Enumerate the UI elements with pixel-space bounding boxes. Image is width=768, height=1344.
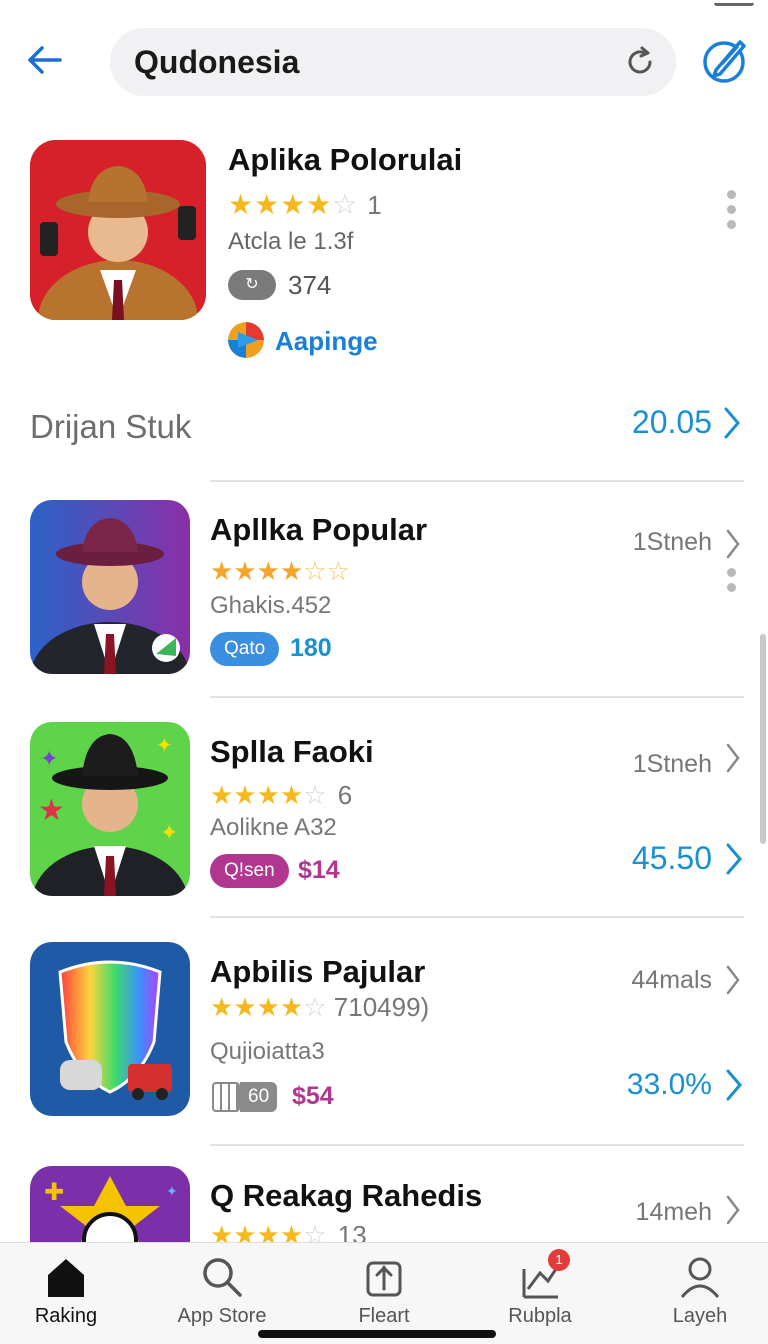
divider — [210, 916, 744, 918]
bottom-navigation: Raking App Store Fleart 1 Rubpla Layeh — [0, 1242, 768, 1344]
chevron-right-icon[interactable] — [724, 842, 744, 876]
refresh-icon[interactable] — [624, 46, 656, 78]
app-tag-value: $54 — [292, 1082, 334, 1110]
more-options-icon[interactable] — [727, 568, 737, 592]
section-title: Drijan Stuk — [30, 408, 192, 445]
app-title: Apbilis Pajular — [210, 954, 426, 989]
svg-text:✚: ✚ — [44, 1178, 64, 1206]
nav-label: Layeh — [672, 1305, 728, 1327]
app-icon: ✚ ✦ — [30, 1166, 190, 1242]
app-icon — [30, 500, 190, 674]
app-tag: 60 — [240, 1082, 278, 1112]
profile-icon — [680, 1257, 720, 1298]
app-price: 33.0% — [626, 1068, 712, 1101]
back-arrow-icon — [28, 46, 62, 74]
back-button[interactable] — [22, 38, 66, 82]
chevron-right-icon[interactable] — [724, 964, 742, 996]
svg-text:✦: ✦ — [40, 747, 58, 772]
scrollbar[interactable] — [760, 634, 766, 844]
nav-tab-app-store[interactable]: App Store — [152, 1255, 292, 1328]
app-tag-value: $14 — [298, 856, 340, 884]
app-rating: ★★★★☆ 6 — [210, 780, 353, 810]
featured-badge: ↻ — [228, 270, 276, 300]
nav-tab-raking[interactable]: Raking — [0, 1255, 136, 1328]
notification-badge: 1 — [548, 1249, 570, 1271]
app-list-item[interactable]: ✦ ✦ ★ ✦ Splla Faoki ★★★★☆ 6 Aolikne A32 … — [0, 722, 768, 922]
app-meta: 1Stneh — [632, 528, 712, 556]
app-list-item[interactable]: ✚ ✦ Q Reakag Rahedis ★★★★☆ 13 14meh — [0, 1166, 768, 1242]
search-icon — [203, 1258, 242, 1297]
divider — [210, 1144, 744, 1146]
svg-text:✦: ✦ — [166, 1184, 178, 1200]
app-list-item[interactable]: Apllka Popular ★★★★☆☆ Ghakis.452 Qato 18… — [0, 500, 768, 700]
app-rating-count: 6 — [337, 780, 353, 810]
chevron-right-icon[interactable] — [724, 742, 742, 774]
featured-app[interactable]: Aplika Polorulai ★★★★☆ 1 Atcla le 1.3f ↻… — [0, 130, 768, 380]
app-subtitle: Qujioiatta3 — [210, 1038, 325, 1065]
featured-app-icon — [30, 140, 206, 320]
nav-label: Rubpla — [508, 1305, 572, 1327]
divider — [210, 696, 744, 698]
app-meta: 44mals — [631, 966, 712, 994]
edit-pencil-icon[interactable] — [700, 36, 750, 86]
featured-count: 374 — [288, 270, 332, 300]
nav-tab-rubpla[interactable]: 1 Rubpla — [470, 1249, 610, 1328]
app-icon: ✦ ✦ ★ ✦ — [30, 722, 190, 896]
app-subtitle: Aolikne A32 — [210, 814, 337, 841]
featured-rating-count: 1 — [367, 190, 383, 220]
section-header[interactable]: Drijan Stuk 20.05 — [30, 404, 742, 454]
chevron-right-icon[interactable] — [724, 1194, 742, 1226]
featured-app-subtitle: Atcla le 1.3f — [228, 228, 354, 255]
bookmark-icon — [366, 1261, 402, 1297]
app-rating-count: 13 — [337, 1220, 367, 1242]
app-rating: ★★★★☆ 710499) — [210, 992, 430, 1022]
app-list-item[interactable]: Apbilis Pajular ★★★★☆ 710499) Qujioiatta… — [0, 942, 768, 1142]
app-tag: Qato — [210, 632, 280, 666]
section-value: 20.05 — [631, 404, 712, 440]
home-icon — [48, 1259, 84, 1297]
search-input[interactable]: Qudonesia — [134, 44, 299, 81]
app-title: Q Reakag Rahedis — [210, 1178, 483, 1213]
home-indicator — [258, 1330, 496, 1338]
app-tag: Q!sen — [210, 854, 289, 888]
nav-label: App Store — [177, 1305, 267, 1327]
developer-logo — [228, 322, 264, 358]
more-options-icon[interactable] — [727, 190, 737, 229]
app-price: 45.50 — [631, 840, 712, 876]
app-meta: 1Stneh — [632, 750, 712, 778]
app-rating: ★★★★☆ 13 — [210, 1220, 367, 1242]
app-rating-count: 710499) — [333, 992, 430, 1022]
chevron-right-icon[interactable] — [724, 1068, 744, 1102]
nav-tab-layeh[interactable]: Layeh — [630, 1255, 768, 1328]
featured-rating: ★★★★☆ 1 — [228, 189, 383, 220]
top-bar: Qudonesia — [0, 0, 768, 120]
grid-icon — [212, 1082, 240, 1112]
nav-tab-fleart[interactable]: Fleart — [314, 1255, 454, 1328]
featured-developer[interactable]: Aapinge — [275, 326, 378, 357]
status-indicator — [714, 0, 754, 6]
app-subtitle: Ghakis.452 — [210, 592, 332, 619]
nav-label: Raking — [34, 1305, 98, 1327]
app-tag-value: 180 — [290, 634, 332, 662]
app-title: Apllka Popular — [210, 512, 428, 547]
svg-text:✦: ✦ — [156, 733, 173, 757]
featured-app-title: Aplika Polorulai — [228, 142, 463, 177]
nav-label: Fleart — [358, 1305, 410, 1327]
app-icon — [30, 942, 190, 1116]
app-rating: ★★★★☆☆ — [210, 556, 350, 586]
divider — [210, 480, 744, 482]
app-title: Splla Faoki — [210, 734, 374, 769]
svg-text:✦: ✦ — [160, 821, 178, 846]
search-bar[interactable]: Qudonesia — [110, 28, 676, 96]
app-meta: 14meh — [635, 1198, 712, 1226]
svg-text:★: ★ — [38, 793, 65, 828]
chevron-right-icon[interactable] — [724, 528, 742, 560]
chevron-right-icon[interactable] — [722, 406, 742, 440]
